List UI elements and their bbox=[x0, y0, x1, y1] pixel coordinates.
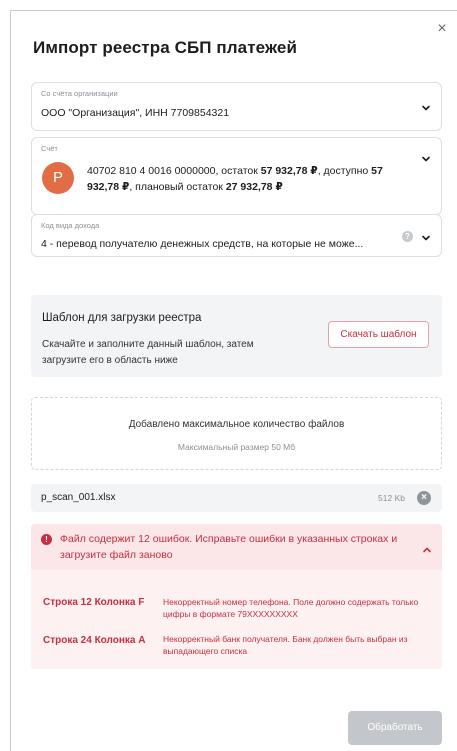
income-code-select[interactable]: Код вида дохода 4 - перевод получателю д… bbox=[31, 214, 442, 257]
submit-button[interactable]: Обработать bbox=[348, 711, 442, 745]
dropzone-message: Добавлено максимальное количество файлов bbox=[128, 419, 345, 430]
account-planned: 27 932,78 ₽ bbox=[225, 181, 283, 193]
error-panel: ! Файл содержит 12 ошибок. Исправьте оши… bbox=[31, 524, 442, 669]
error-location: Строка 12 Колонка F bbox=[43, 597, 145, 608]
org-account-select[interactable]: Со счёта организации ООО "Организация", … bbox=[31, 82, 442, 131]
uploaded-file: p_scan_001.xlsx 512 Kb × bbox=[31, 484, 442, 512]
template-panel: Шаблон для загрузки реестра Скачайте и з… bbox=[31, 295, 442, 377]
import-dialog: × Импорт реестра СБП платежей Со счёта о… bbox=[10, 10, 457, 751]
balance-prefix: , остаток bbox=[215, 165, 261, 177]
income-code-label: Код вида дохода bbox=[41, 221, 100, 230]
error-message: Некорректный банк получателя. Банк долже… bbox=[163, 634, 408, 656]
income-code-value: 4 - перевод получателю денежных средств,… bbox=[41, 238, 364, 250]
chevron-down-icon[interactable] bbox=[421, 233, 431, 243]
error-summary: Файл содержит 12 ошибок. Исправьте ошибк… bbox=[60, 533, 398, 561]
chevron-down-icon[interactable] bbox=[421, 154, 431, 164]
chevron-down-icon[interactable] bbox=[421, 103, 431, 113]
error-icon: ! bbox=[41, 534, 52, 545]
dropzone-hint: Максимальный размер 50 Мб bbox=[177, 442, 296, 452]
account-avatar: P bbox=[42, 162, 74, 194]
file-size: 512 Kb bbox=[378, 493, 405, 503]
account-label: Счёт bbox=[41, 144, 58, 153]
close-icon[interactable]: × bbox=[434, 21, 450, 37]
planned-prefix: , плановый остаток bbox=[129, 181, 226, 193]
account-number: 40702 810 4 0016 0000000 bbox=[87, 165, 216, 177]
error-message: Некорректный номер телефона. Поле должно… bbox=[163, 597, 419, 619]
chevron-up-icon[interactable] bbox=[422, 542, 432, 553]
template-title: Шаблон для загрузки реестра bbox=[42, 312, 202, 324]
org-account-value: ООО "Организация", ИНН 7709854321 bbox=[41, 107, 230, 119]
available-prefix: , доступно bbox=[317, 165, 372, 177]
file-name: p_scan_001.xlsx bbox=[41, 492, 116, 503]
download-template-button[interactable]: Скачать шаблон bbox=[328, 321, 429, 348]
error-summary-header[interactable]: ! Файл содержит 12 ошибок. Исправьте оши… bbox=[31, 524, 442, 570]
help-icon[interactable]: ? bbox=[402, 231, 413, 242]
remove-file-icon[interactable]: × bbox=[417, 491, 431, 505]
file-dropzone[interactable]: Добавлено максимальное количество файлов… bbox=[31, 397, 442, 470]
account-select[interactable]: Счёт P 40702 810 4 0016 0000000, остаток… bbox=[31, 137, 442, 215]
account-balance: 57 932,78 ₽ bbox=[260, 165, 318, 177]
template-description: Скачайте и заполните данный шаблон, зате… bbox=[42, 339, 254, 366]
dialog-title: Импорт реестра СБП платежей bbox=[33, 38, 298, 57]
error-location: Строка 24 Колонка A bbox=[43, 635, 146, 646]
org-account-label: Со счёта организации bbox=[41, 89, 118, 98]
account-details: 40702 810 4 0016 0000000, остаток 57 932… bbox=[87, 163, 407, 195]
